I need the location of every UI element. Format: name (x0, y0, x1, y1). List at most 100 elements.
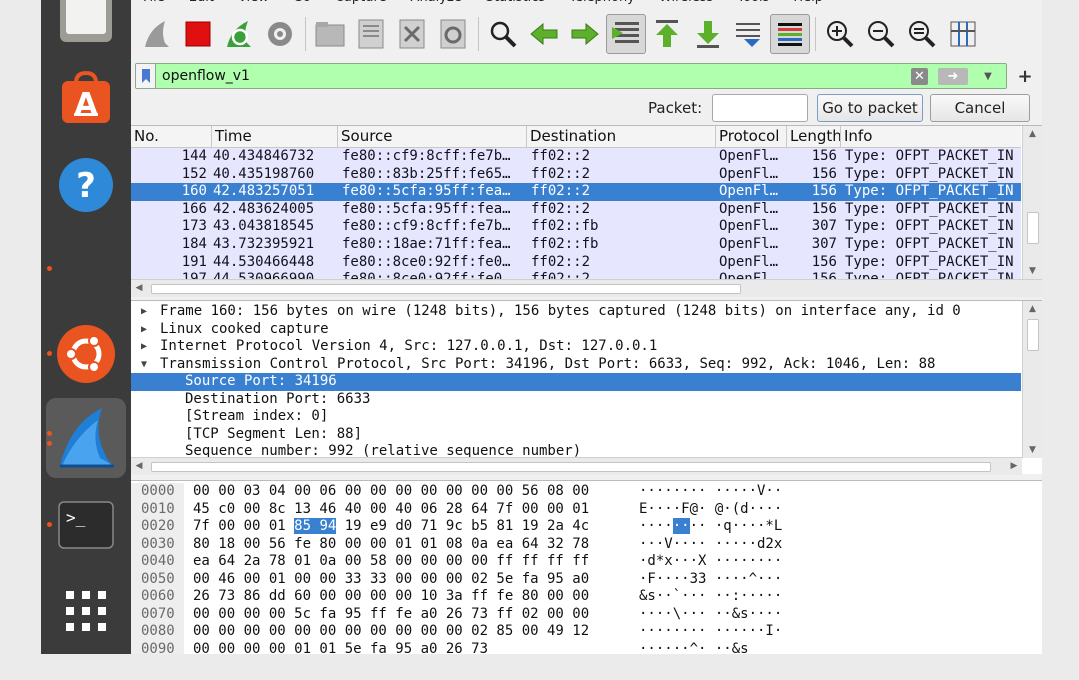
column-header-destination[interactable]: Destination (527, 126, 716, 148)
clear-filter-icon[interactable]: ✕ (911, 68, 928, 85)
reload-file-icon[interactable] (433, 14, 473, 54)
collapsed-arrow-icon[interactable]: ▶ (141, 321, 153, 339)
terminal-icon[interactable]: >_ (46, 500, 126, 550)
packet-row[interactable]: 191 44.530466448 fe80::8ce0:92ff:fe0… ff02:… (131, 253, 1021, 272)
details-vscrollbar[interactable]: ▲ ▼ (1022, 301, 1042, 458)
software-center-icon[interactable]: A (46, 68, 126, 126)
zoom-out-icon[interactable] (861, 14, 901, 54)
column-header-length[interactable]: Length (787, 126, 841, 148)
packet-list-vscrollbar[interactable]: ▲ ▼ (1022, 126, 1042, 279)
start-capture-icon[interactable] (137, 14, 177, 54)
close-file-icon[interactable] (392, 14, 432, 54)
scroll-thumb[interactable] (1027, 319, 1039, 351)
detail-tree-item[interactable]: [Stream index: 0] (131, 408, 1021, 426)
bytes-row[interactable]: 0030 80 18 00 56 fe 80 00 00 01 01 08 0a … (131, 535, 1042, 553)
packet-row[interactable]: 160 42.483257051 fe80::5cfa:95ff:fea… ff02:… (131, 183, 1021, 201)
menu-help[interactable]: Help (781, 0, 835, 5)
scroll-up-icon[interactable]: ▲ (1023, 126, 1042, 142)
restart-capture-icon[interactable] (219, 14, 259, 54)
files-app-icon[interactable] (46, 0, 126, 44)
scroll-down-icon[interactable]: ▼ (1023, 263, 1042, 279)
open-file-icon[interactable] (310, 14, 350, 54)
find-packet-icon[interactable] (483, 14, 523, 54)
detail-tree-item[interactable]: Destination Port: 6633 (131, 391, 1021, 409)
show-apps-icon[interactable] (46, 586, 126, 636)
capture-options-icon[interactable] (260, 14, 300, 54)
bytes-row[interactable]: 0010 45 c0 00 8c 13 46 40 00 40 06 28 64 … (131, 500, 1042, 518)
detail-tree-item[interactable]: ▼ Transmission Control Protocol, Src Port… (131, 356, 1021, 374)
packet-number-input[interactable] (712, 94, 808, 122)
normal-size-icon[interactable] (902, 14, 942, 54)
bytes-row[interactable]: 0000 00 00 03 04 00 06 00 00 00 00 00 00 … (131, 483, 1042, 501)
collapsed-arrow-icon[interactable]: ▶ (141, 338, 153, 356)
bytes-row[interactable]: 0080 00 00 00 00 00 00 00 00 00 00 00 02 … (131, 623, 1042, 641)
last-packet-icon[interactable] (688, 14, 728, 54)
go-to-packet-icon[interactable] (606, 14, 646, 54)
first-packet-icon[interactable] (647, 14, 687, 54)
wireshark-icon[interactable] (46, 400, 126, 476)
ubuntu-icon[interactable] (46, 324, 126, 384)
detail-tree-item[interactable]: Sequence number: 992 (relative sequence … (131, 443, 1021, 458)
detail-tree-item[interactable]: ▶ Frame 160: 156 bytes on wire (1248 bits… (131, 303, 1021, 321)
auto-scroll-icon[interactable] (729, 14, 769, 54)
menu-go[interactable]: Go (281, 0, 323, 5)
packet-row[interactable]: 144 40.434846732 fe80::cf9:8cff:fe7b… ff02:… (131, 148, 1021, 166)
menu-view[interactable]: View (226, 0, 281, 5)
column-header-protocol[interactable]: Protocol (716, 126, 787, 148)
stop-capture-icon[interactable] (178, 14, 218, 54)
bytes-row[interactable]: 0050 00 46 00 01 00 00 33 33 00 00 00 02 … (131, 570, 1042, 588)
menu-telephony[interactable]: Telephony (557, 0, 647, 5)
column-header-time[interactable]: Time (212, 126, 338, 148)
menu-wireless[interactable]: Wireless (647, 0, 725, 5)
go-to-packet-button[interactable]: Go to packet (817, 94, 923, 122)
scroll-thumb[interactable] (151, 284, 741, 294)
scroll-thumb[interactable] (1027, 212, 1039, 244)
collapsed-arrow-icon[interactable]: ▶ (141, 303, 153, 321)
menu-tools[interactable]: Tools (725, 0, 781, 5)
packet-row[interactable]: 173 43.043818545 fe80::cf9:8cff:fe7b… ff02:… (131, 218, 1021, 236)
apply-filter-icon[interactable]: ➜ (938, 68, 968, 85)
scroll-thumb[interactable] (151, 462, 991, 472)
help-icon[interactable]: ? (46, 156, 126, 214)
packet-row[interactable]: 197 44.530966990fe80::8ce0:92ff:fe0… ff02:… (131, 271, 1021, 279)
save-file-icon[interactable] (351, 14, 391, 54)
menu-capture[interactable]: Capture (323, 0, 399, 5)
packet-row[interactable]: 166 42.483624005 fe80::5cfa:95ff:fea… ff02:… (131, 200, 1021, 219)
bytes-row[interactable]: 0090 00 00 00 00 01 01 5e fa 95 a0 26 73 ·… (131, 640, 1042, 654)
expanded-arrow-icon[interactable]: ▼ (141, 356, 153, 374)
go-back-icon[interactable] (524, 14, 564, 54)
detail-tree-item[interactable]: [TCP Segment Len: 88] (131, 426, 1021, 444)
menu-edit[interactable]: Edit (177, 0, 226, 5)
add-filter-button[interactable]: + (1013, 64, 1037, 88)
detail-tree-item[interactable]: Source Port: 34196 (131, 373, 1021, 391)
detail-tree-item[interactable]: ▶ Linux cooked capture (131, 321, 1021, 339)
colorize-icon[interactable] (770, 14, 810, 54)
bookmark-icon[interactable] (136, 64, 156, 88)
display-filter-input[interactable] (156, 68, 916, 84)
bytes-row[interactable]: 0020 7f 00 00 01 85 94 19 e9 d0 71 9c b5 … (131, 518, 1042, 536)
bytes-row[interactable]: 0060 26 73 86 dd 60 00 00 00 00 10 3a ff … (131, 588, 1042, 606)
scroll-right-icon[interactable]: ▶ (1006, 458, 1022, 475)
menu-file[interactable]: File (131, 0, 177, 5)
go-forward-icon[interactable] (565, 14, 605, 54)
cancel-button[interactable]: Cancel (930, 94, 1030, 122)
details-hscrollbar[interactable]: ◀ ▶ (131, 457, 1022, 475)
scroll-left-icon[interactable]: ◀ (131, 458, 147, 475)
packet-row[interactable]: 184 43.732395921 fe80::18ae:71ff:fea… ff02:… (131, 236, 1021, 254)
bytes-row[interactable]: 0070 00 00 00 00 5c fa 95 ff fe a0 26 73 … (131, 605, 1042, 623)
detail-tree-item[interactable]: ▶ Internet Protocol Version 4, Src: 127.0… (131, 338, 1021, 356)
menu-statistics[interactable]: Statistics (474, 0, 557, 5)
column-header-source[interactable]: Source (338, 126, 527, 148)
resize-columns-icon[interactable] (943, 14, 983, 54)
filter-history-dropdown-icon[interactable]: ▼ (978, 67, 998, 86)
scroll-left-icon[interactable]: ◀ (131, 280, 147, 297)
menu-analyze[interactable]: Analyze (399, 0, 474, 5)
column-header-info[interactable]: Info (841, 126, 1021, 148)
packet-list-hscrollbar[interactable]: ◀ (131, 279, 1042, 297)
scroll-down-icon[interactable]: ▼ (1023, 442, 1042, 458)
bytes-row[interactable]: 0040 ea 64 2a 78 01 0a 00 58 00 00 00 00 … (131, 553, 1042, 571)
zoom-in-icon[interactable] (820, 14, 860, 54)
column-header-no[interactable]: No. (131, 126, 212, 148)
scroll-up-icon[interactable]: ▲ (1023, 301, 1042, 317)
packet-row[interactable]: 152 40.435198760 fe80::83b:25ff:fe65… ff02:… (131, 165, 1021, 184)
